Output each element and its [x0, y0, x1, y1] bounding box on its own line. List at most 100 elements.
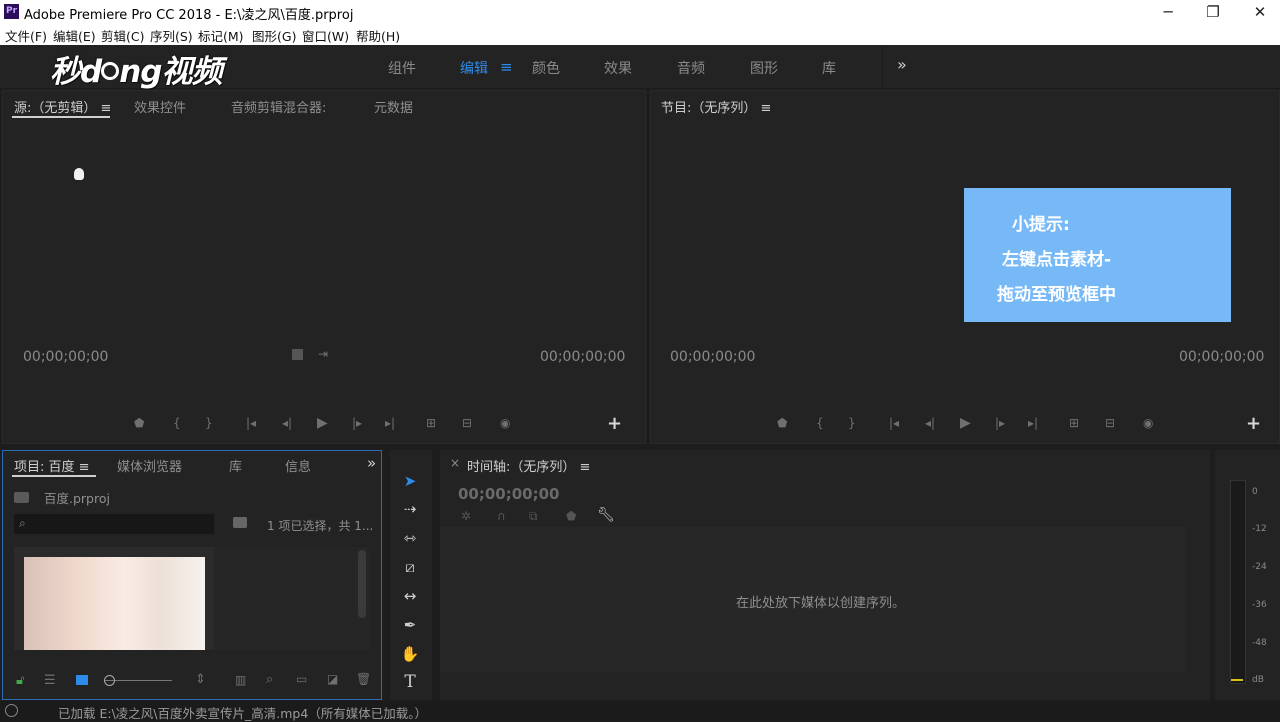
- tab-libraries[interactable]: 库: [229, 456, 242, 475]
- add-marker-icon[interactable]: ⬟: [134, 416, 144, 430]
- wrench-icon[interactable]: 🔧︎: [597, 507, 615, 523]
- source-timecode-in[interactable]: 00;00;00;00: [23, 349, 108, 365]
- workspace-tab-graphics[interactable]: 图形: [750, 58, 778, 78]
- tab-source[interactable]: 源:（无剪辑） ≡: [14, 97, 111, 116]
- project-scrollbar[interactable]: [358, 550, 366, 618]
- workspace-tab-audio[interactable]: 音频: [677, 58, 705, 78]
- icon-view-icon[interactable]: [76, 675, 88, 685]
- lock-icon[interactable]: 🔓︎: [16, 673, 24, 688]
- pen-tool-icon[interactable]: ✒: [399, 614, 421, 636]
- workspace-tab-assembly[interactable]: 组件: [388, 58, 416, 78]
- workspace-tab-color[interactable]: 颜色: [532, 58, 560, 78]
- track-select-tool-icon[interactable]: ⇢: [399, 498, 421, 520]
- play-icon[interactable]: ▶: [317, 415, 328, 431]
- zoom-level-icon[interactable]: [292, 349, 303, 360]
- mark-in-icon[interactable]: {: [173, 416, 181, 430]
- zoom-slider-handle[interactable]: [104, 675, 115, 686]
- type-tool-icon[interactable]: T: [399, 671, 421, 693]
- workspace-tab-libraries[interactable]: 库: [822, 58, 836, 78]
- tab-media-browser[interactable]: 媒体浏览器: [117, 456, 182, 475]
- go-to-out-icon[interactable]: ▸|: [385, 416, 395, 430]
- status-bar: 已加载 E:\凌之风\百度外卖宣传片_高清.mp4（所有媒体已加载。）: [0, 701, 1280, 721]
- menu-marker[interactable]: 标记(M): [198, 26, 244, 45]
- new-item-icon[interactable]: ◪: [327, 672, 338, 686]
- hand-tool-icon[interactable]: ✋: [399, 643, 421, 665]
- export-frame-icon[interactable]: ◉: [500, 416, 510, 430]
- clip-thumbnail-tile[interactable]: [14, 547, 214, 650]
- workspace-menu-icon[interactable]: ≡: [500, 58, 513, 76]
- program-go-to-in-icon[interactable]: |◂: [889, 416, 899, 430]
- playback-resolution-icon[interactable]: ⇥: [318, 347, 328, 361]
- find-icon[interactable]: ⌕: [266, 672, 273, 687]
- menu-clip[interactable]: 剪辑(C): [101, 26, 144, 45]
- source-menu-icon[interactable]: ≡: [101, 101, 112, 116]
- tab-project[interactable]: 项目: 百度 ≡: [14, 456, 90, 475]
- menu-edit[interactable]: 编辑(E): [53, 26, 96, 45]
- menu-sequence[interactable]: 序列(S): [150, 26, 193, 45]
- mark-out-icon[interactable]: }: [205, 416, 213, 430]
- automate-to-sequence-icon[interactable]: ▥: [235, 673, 246, 687]
- meter-label-36: -36: [1252, 600, 1267, 610]
- source-button-editor-icon[interactable]: +: [607, 413, 622, 434]
- program-add-marker-icon[interactable]: ⬟: [777, 416, 787, 430]
- clear-icon[interactable]: 🗑︎: [356, 672, 371, 686]
- program-go-to-out-icon[interactable]: ▸|: [1028, 416, 1038, 430]
- overwrite-icon[interactable]: ⊟: [462, 416, 472, 430]
- program-mark-in-icon[interactable]: {: [816, 416, 824, 430]
- tab-timeline[interactable]: 时间轴:（无序列） ≡: [467, 456, 590, 475]
- maximize-button[interactable]: ❐: [1193, 2, 1233, 22]
- project-overflow-icon[interactable]: »: [367, 454, 376, 472]
- list-view-icon[interactable]: ☰: [44, 673, 56, 688]
- menu-window[interactable]: 窗口(W): [302, 26, 349, 45]
- ripple-edit-tool-icon[interactable]: ⇿: [399, 527, 421, 549]
- tab-program[interactable]: 节目:（无序列） ≡: [661, 97, 771, 116]
- program-timecode-duration: 00;00;00;00: [1179, 349, 1265, 365]
- snap-icon[interactable]: ∩: [497, 509, 506, 523]
- minimize-button[interactable]: ─: [1148, 2, 1188, 22]
- selection-info: 1 项已选择，共 1...: [267, 519, 374, 533]
- go-to-in-icon[interactable]: |◂: [246, 416, 256, 430]
- project-menu-icon[interactable]: ≡: [79, 460, 90, 475]
- sort-icons-icon[interactable]: ⇕: [195, 672, 206, 687]
- step-forward-icon[interactable]: |▸: [352, 416, 362, 430]
- step-back-icon[interactable]: ◂|: [282, 416, 292, 430]
- timeline-menu-icon[interactable]: ≡: [580, 460, 591, 475]
- program-button-editor-icon[interactable]: +: [1246, 413, 1261, 434]
- new-bin-icon[interactable]: ▭: [296, 672, 307, 686]
- close-button[interactable]: ✕: [1240, 2, 1280, 22]
- tab-metadata[interactable]: 元数据: [374, 97, 413, 116]
- menu-file[interactable]: 文件(F): [5, 26, 47, 45]
- lift-icon[interactable]: ⊞: [1069, 416, 1079, 430]
- program-play-icon[interactable]: ▶: [960, 415, 971, 431]
- new-search-bin-icon[interactable]: [233, 517, 247, 528]
- program-timecode-playhead[interactable]: 00;00;00;00: [670, 349, 755, 365]
- premiere-app-icon: Pr: [4, 4, 19, 19]
- workspace-tab-effects[interactable]: 效果: [604, 58, 632, 78]
- timeline-timecode[interactable]: 00;00;00;00: [458, 485, 560, 503]
- meter-label-24: -24: [1252, 562, 1267, 572]
- workspace-tab-editing[interactable]: 编辑: [460, 58, 488, 78]
- nest-icon[interactable]: ✲: [461, 509, 471, 523]
- program-mark-out-icon[interactable]: }: [848, 416, 856, 430]
- selection-tool-icon[interactable]: ➤: [399, 470, 421, 492]
- tab-audio-clip-mixer[interactable]: 音频剪辑混合器:: [231, 97, 326, 116]
- menu-graphics[interactable]: 图形(G): [252, 26, 296, 45]
- workspace-overflow-icon[interactable]: »: [897, 55, 907, 74]
- program-step-forward-icon[interactable]: |▸: [995, 416, 1005, 430]
- timeline-close-icon[interactable]: ×: [450, 456, 460, 470]
- meter-label-48: -48: [1252, 638, 1267, 648]
- project-search-input[interactable]: [14, 514, 214, 534]
- program-export-frame-icon[interactable]: ◉: [1143, 416, 1153, 430]
- timeline-marker-icon[interactable]: ⬟: [566, 509, 576, 523]
- program-step-back-icon[interactable]: ◂|: [925, 416, 935, 430]
- extract-icon[interactable]: ⊟: [1105, 416, 1115, 430]
- menu-help[interactable]: 帮助(H): [356, 26, 400, 45]
- status-text: 已加载 E:\凌之风\百度外卖宣传片_高清.mp4（所有媒体已加载。）: [58, 706, 428, 721]
- tab-info[interactable]: 信息: [285, 456, 311, 475]
- program-menu-icon[interactable]: ≡: [761, 101, 772, 116]
- slip-tool-icon[interactable]: ↔: [399, 585, 421, 607]
- razor-tool-icon[interactable]: ⧄: [399, 556, 421, 578]
- insert-icon[interactable]: ⊞: [426, 416, 436, 430]
- tab-effect-controls[interactable]: 效果控件: [134, 97, 186, 116]
- linked-selection-icon[interactable]: ⧉: [529, 509, 538, 524]
